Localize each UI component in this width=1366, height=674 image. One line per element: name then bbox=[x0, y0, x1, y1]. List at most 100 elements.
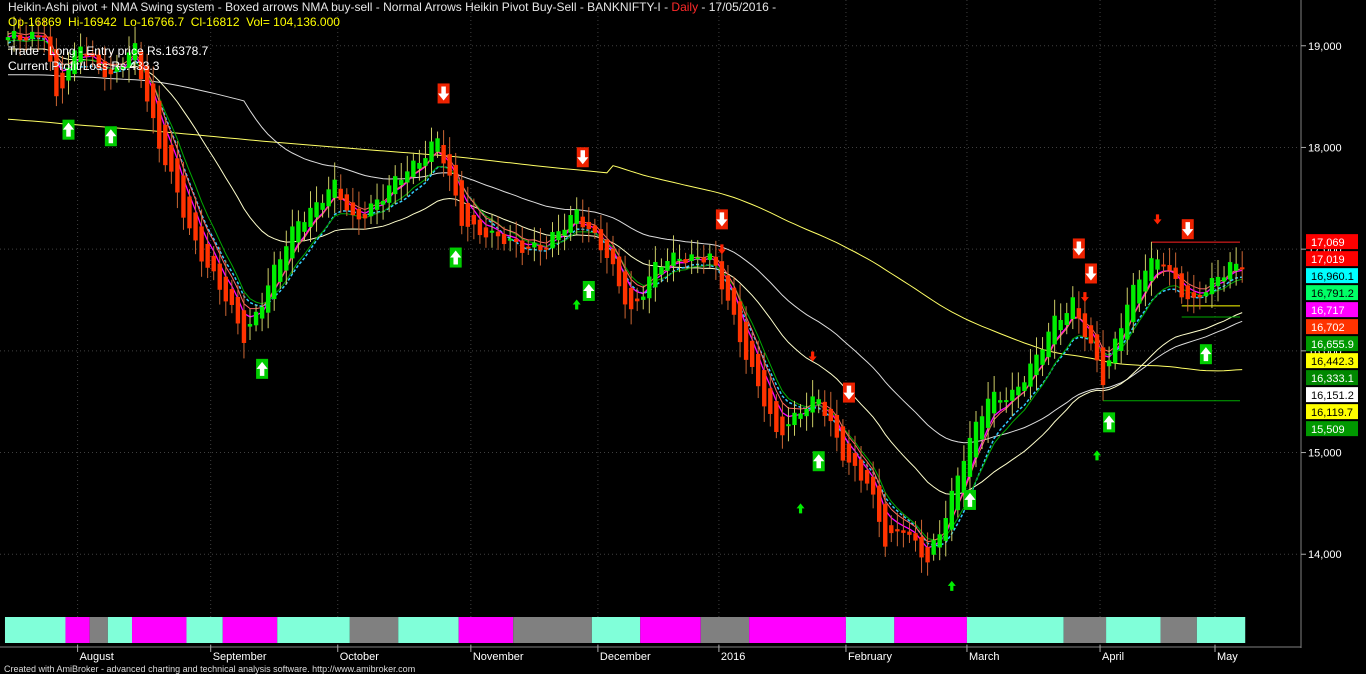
candle-body bbox=[574, 209, 579, 224]
candle-body bbox=[659, 266, 664, 275]
candle-body bbox=[1100, 347, 1106, 386]
candle-body bbox=[23, 37, 29, 41]
candle-body bbox=[181, 175, 186, 218]
candle-body bbox=[586, 221, 591, 229]
candle-body bbox=[701, 257, 706, 263]
candle-body bbox=[253, 311, 259, 326]
candle-body bbox=[737, 301, 743, 343]
chart-background bbox=[0, 0, 1366, 672]
candle-body bbox=[1149, 258, 1154, 282]
state-band-segment bbox=[4, 617, 66, 643]
level-label-text: 16,333.1 bbox=[1311, 373, 1354, 385]
candle-body bbox=[985, 398, 991, 428]
footer-credit: Created with AmiBroker - advanced charti… bbox=[4, 664, 416, 674]
candle-body bbox=[840, 426, 846, 461]
state-band-segment bbox=[1063, 617, 1107, 643]
time-axis-label: April bbox=[1102, 651, 1124, 663]
candle-body bbox=[665, 261, 670, 271]
state-band bbox=[4, 617, 1246, 643]
candle-body bbox=[17, 34, 23, 41]
candle-body bbox=[1070, 297, 1075, 320]
candle-body bbox=[641, 296, 646, 300]
candle-body bbox=[259, 306, 265, 319]
candle-body bbox=[889, 525, 894, 534]
candle-body bbox=[677, 258, 682, 261]
state-band-segment bbox=[513, 617, 592, 643]
price-chart[interactable]: 14,00015,00016,00017,00018,00019,000 Aug… bbox=[0, 0, 1366, 672]
time-axis-label: February bbox=[848, 651, 893, 663]
state-band-segment bbox=[591, 617, 641, 643]
level-label-text: 16,655.9 bbox=[1311, 339, 1354, 351]
candle-body bbox=[532, 242, 537, 248]
state-band-segment bbox=[398, 617, 459, 643]
candle-body bbox=[441, 145, 446, 164]
candle-body bbox=[1221, 277, 1227, 282]
candle-body bbox=[592, 225, 598, 233]
candle-body bbox=[1076, 308, 1082, 319]
candle-body bbox=[60, 72, 65, 89]
candle-body bbox=[991, 391, 997, 414]
time-axis-label: October bbox=[340, 651, 379, 663]
candle-body bbox=[296, 221, 301, 243]
level-label-text: 17,019 bbox=[1311, 254, 1345, 266]
state-band-segment bbox=[186, 617, 223, 643]
candle-body bbox=[423, 158, 428, 166]
level-label-text: 15,509 bbox=[1311, 424, 1345, 436]
state-band-segment bbox=[749, 617, 846, 643]
candle-body bbox=[816, 399, 821, 405]
candle-body bbox=[562, 229, 567, 236]
candle-body bbox=[1203, 292, 1209, 297]
candle-body bbox=[1227, 262, 1233, 280]
candle-body bbox=[762, 370, 767, 407]
candle-body bbox=[338, 188, 343, 200]
candle-body bbox=[193, 212, 198, 241]
candle-body bbox=[1167, 265, 1172, 271]
candle-body bbox=[1028, 363, 1033, 387]
candle-body bbox=[1004, 400, 1009, 403]
candle-body bbox=[1233, 263, 1239, 271]
candle-body bbox=[1143, 270, 1148, 292]
candle-body bbox=[1052, 315, 1057, 345]
candle-body bbox=[616, 256, 622, 287]
candle-body bbox=[520, 240, 525, 253]
candle-body bbox=[604, 239, 610, 258]
candle-body bbox=[979, 416, 985, 440]
candle-body bbox=[858, 459, 864, 481]
state-band-segment bbox=[966, 617, 1064, 643]
candle-body bbox=[350, 202, 356, 216]
candle-body bbox=[380, 200, 386, 205]
candle-body bbox=[1058, 319, 1063, 331]
price-axis-label: 15,000 bbox=[1308, 448, 1342, 460]
candle-body bbox=[870, 476, 876, 495]
level-label-text: 16,960.1 bbox=[1311, 271, 1354, 283]
candle-body bbox=[471, 214, 477, 225]
candle-body bbox=[362, 214, 368, 219]
candle-body bbox=[1215, 276, 1221, 287]
state-band-segment bbox=[277, 617, 350, 643]
candle-body bbox=[526, 246, 531, 249]
candle-body bbox=[229, 289, 235, 305]
candle-body bbox=[1034, 354, 1039, 376]
price-axis-label: 18,000 bbox=[1308, 142, 1342, 154]
title-interval: Daily bbox=[671, 0, 699, 14]
title-date: - 17/05/2016 - bbox=[698, 0, 780, 14]
candle-body bbox=[11, 30, 17, 39]
candle-body bbox=[1197, 294, 1203, 298]
level-label-text: 16,717 bbox=[1311, 305, 1345, 317]
candle-body bbox=[810, 396, 815, 413]
candle-body bbox=[550, 232, 555, 249]
candle-body bbox=[628, 287, 634, 310]
candle-body bbox=[344, 194, 349, 211]
candle-body bbox=[223, 276, 228, 302]
candle-body bbox=[895, 529, 900, 532]
candle-body bbox=[610, 248, 616, 265]
candle-body bbox=[42, 35, 47, 38]
candle-body bbox=[925, 547, 930, 563]
candle-body bbox=[998, 400, 1003, 403]
time-axis-label: November bbox=[473, 651, 524, 663]
candle-body bbox=[949, 490, 954, 530]
candle-body bbox=[435, 138, 440, 152]
time-axis-label: December bbox=[600, 651, 651, 663]
candle-body bbox=[828, 408, 833, 422]
candle-body bbox=[1161, 264, 1166, 267]
